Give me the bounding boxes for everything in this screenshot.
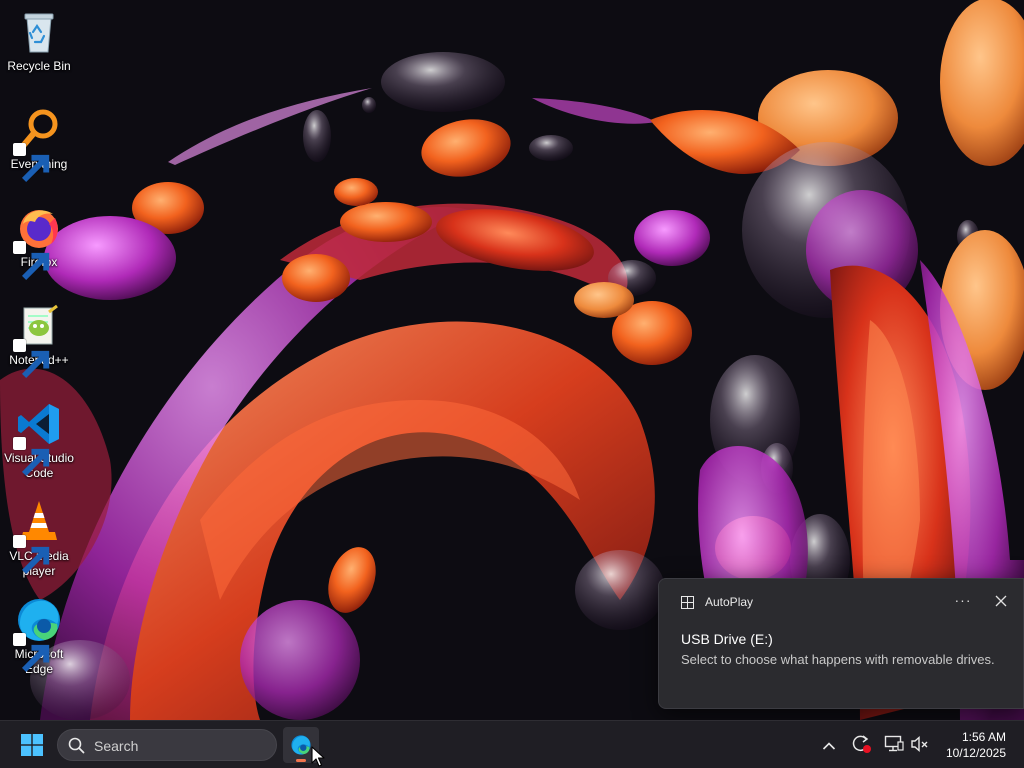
search-label: Search [94,738,139,754]
taskbar-search-box[interactable]: Search [57,729,277,761]
everything-search-icon [13,106,63,183]
desktop-icon-notepad-plus-plus[interactable]: Notepad++ [2,302,76,379]
show-hidden-icons-button[interactable] [822,738,836,756]
sync-icon [852,735,871,753]
edge-icon [291,735,311,755]
desktop-icon-everything[interactable]: Everything [2,106,76,183]
chevron-up-icon [822,742,836,750]
network-button[interactable] [884,734,904,759]
sync-status-button[interactable] [851,734,873,759]
volume-button[interactable] [910,734,930,759]
shortcut-arrow-icon [13,535,50,575]
close-icon [995,595,1007,607]
clock-time: 1:56 AM [961,730,1006,744]
shortcut-arrow-icon [13,143,50,183]
windows-logo-icon [21,734,43,756]
edge-icon [13,596,63,673]
desktop-icon-vscode[interactable]: Visual Studio Code [2,400,76,481]
search-icon [68,737,85,754]
shortcut-arrow-icon [13,633,50,673]
autoplay-app-icon [681,596,694,614]
notification-body: Select to choose what happens with remov… [681,652,995,667]
clock-date: 10/12/2025 [945,746,1006,760]
notification-title: USB Drive (E:) [681,631,773,647]
desktop-icon-vlc[interactable]: VLC media player [2,498,76,579]
close-notification-button[interactable] [991,591,1011,611]
shortcut-arrow-icon [13,241,50,281]
desktop-icon-firefox[interactable]: Firefox [2,204,76,281]
taskbar: Search 1:56 AM 10/12/2025 [0,720,1024,768]
desktop-icon-label: Recycle Bin [7,59,71,73]
mouse-cursor-icon [311,746,325,767]
shortcut-arrow-icon [13,339,50,379]
autoplay-notification[interactable]: AutoPlay ··· USB Drive (E:) Select to ch… [658,578,1024,709]
taskbar-clock[interactable]: 1:56 AM 10/12/2025 [936,729,1006,761]
recycle-bin-icon [15,8,63,56]
network-icon [884,735,904,752]
running-indicator [296,759,306,762]
vlc-icon [13,498,63,575]
desktop-icon-microsoft-edge[interactable]: Microsoft Edge [2,596,76,677]
shortcut-arrow-icon [13,437,50,477]
start-button[interactable] [14,729,50,761]
vscode-icon [13,400,63,477]
desktop-icon-recycle-bin[interactable]: Recycle Bin [2,8,76,74]
notepad-plus-plus-icon [13,302,63,379]
volume-muted-icon [911,735,928,753]
notification-app-name: AutoPlay [705,595,754,609]
more-options-button[interactable]: ··· [951,589,975,613]
firefox-icon [13,204,63,281]
